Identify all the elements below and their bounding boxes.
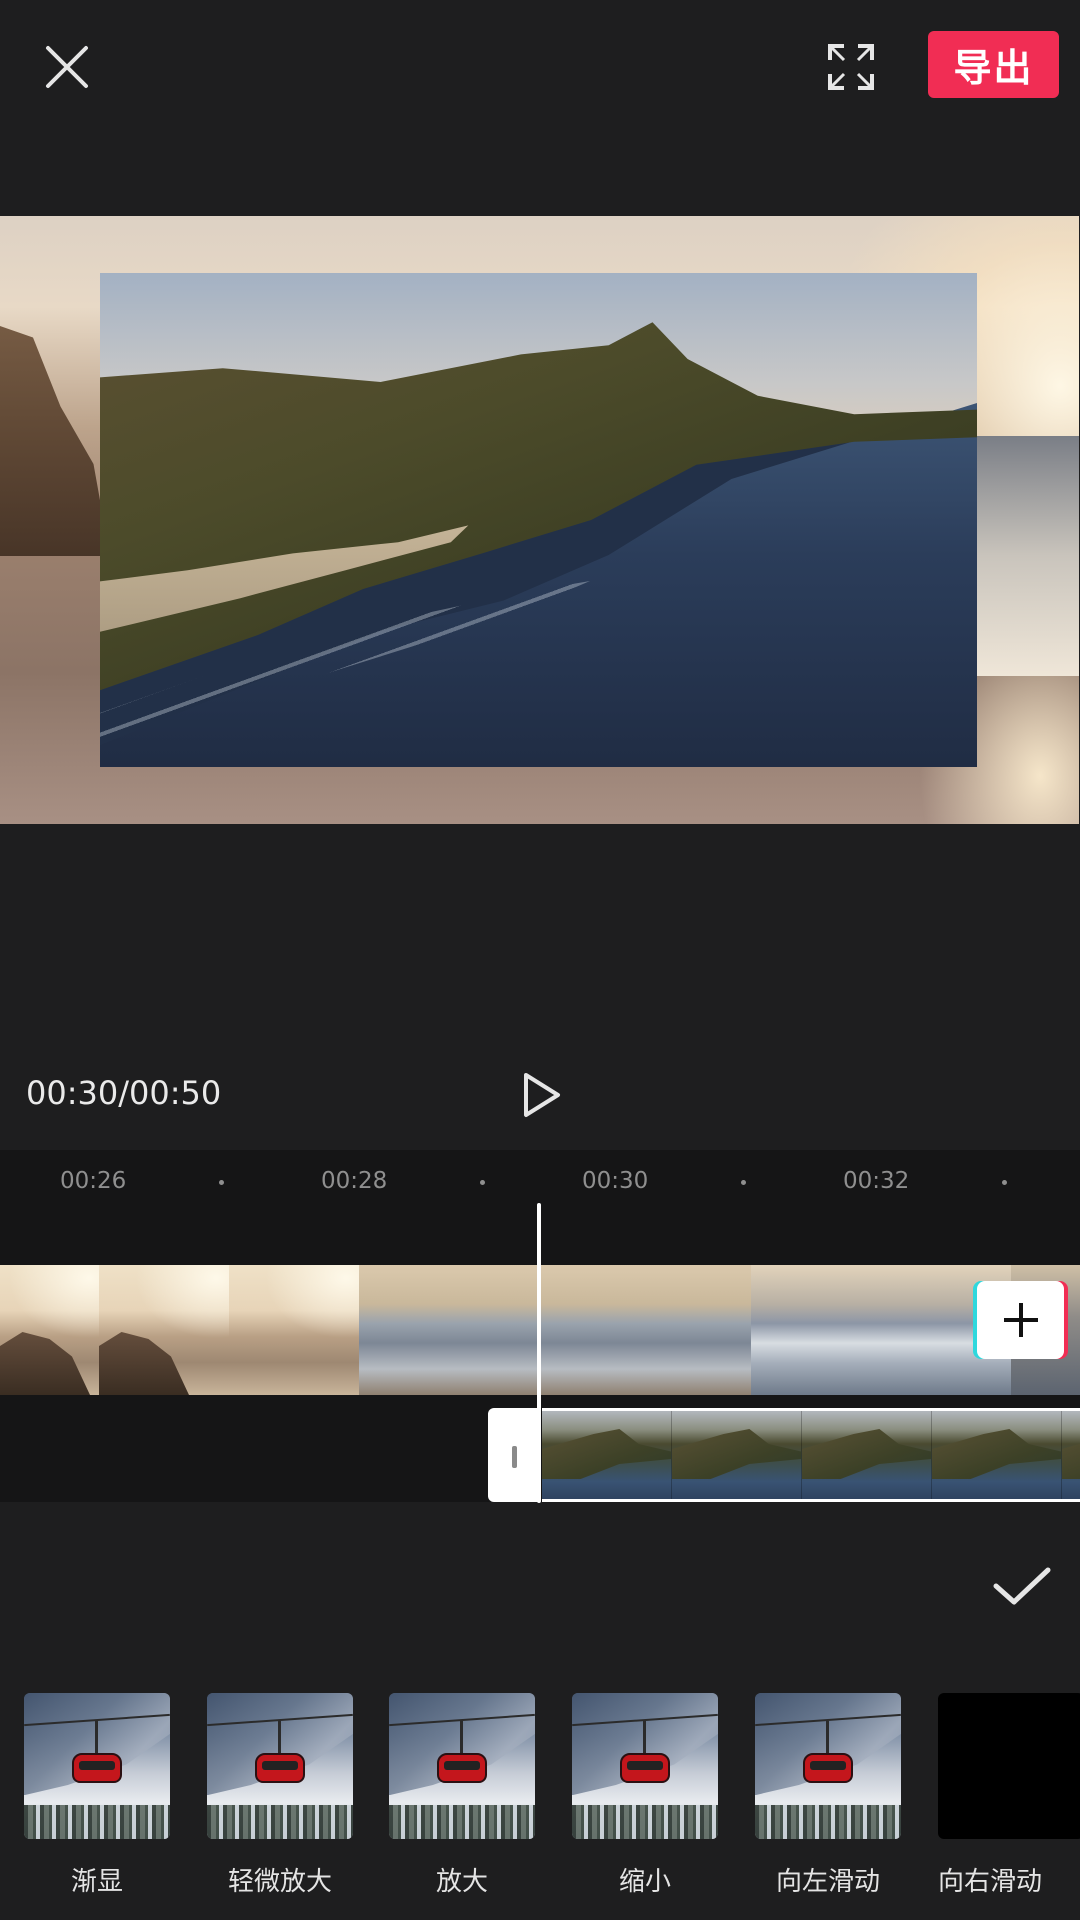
overlay-video-track[interactable]: [542, 1408, 1080, 1502]
clip-frame: [751, 1265, 881, 1395]
preview-overlay-clip[interactable]: [100, 273, 977, 767]
tick-dot: [1002, 1180, 1007, 1185]
effect-item-slight-zoom-in[interactable]: 轻微放大: [207, 1693, 353, 1898]
effect-thumbnail: [207, 1693, 353, 1839]
overlay-trim-handle[interactable]: [488, 1408, 538, 1502]
effect-label: 轻微放大: [227, 1867, 332, 1897]
effect-thumbnail: [938, 1693, 1080, 1839]
tick-label: 00:26: [60, 1168, 127, 1194]
effect-label: 缩小: [618, 1867, 671, 1897]
effect-label: 向右滑动: [938, 1867, 1043, 1897]
effect-thumbnail: [389, 1693, 535, 1839]
close-icon: [46, 46, 88, 88]
tick-label: 00:30: [582, 1168, 649, 1194]
close-button[interactable]: [38, 38, 96, 96]
fullscreen-button[interactable]: [822, 38, 880, 96]
effect-thumbnail: [755, 1693, 901, 1839]
clip-frame: [0, 1265, 99, 1395]
play-button[interactable]: [520, 1070, 564, 1120]
overlay-frame: [932, 1411, 1062, 1499]
overlay-frame: [542, 1411, 672, 1499]
tick-dot: [480, 1180, 485, 1185]
playhead[interactable]: [537, 1203, 541, 1503]
clip-frame: [229, 1265, 359, 1395]
effect-item-zoom-in[interactable]: 放大: [389, 1693, 535, 1898]
confirm-button[interactable]: [992, 1564, 1052, 1610]
overlay-frame: [1062, 1411, 1080, 1499]
effect-item-fade-in[interactable]: 渐显: [24, 1693, 170, 1898]
effect-label: 向左滑动: [775, 1867, 880, 1897]
fullscreen-icon: [828, 44, 874, 90]
add-clip-button[interactable]: [977, 1281, 1064, 1359]
effect-item-slide-right[interactable]: 向右滑动: [938, 1693, 1080, 1898]
effect-label: 放大: [435, 1867, 488, 1897]
time-display: 00:30/00:50: [26, 1074, 222, 1112]
clip-frame: [489, 1265, 621, 1395]
tick-label: 00:32: [843, 1168, 910, 1194]
effect-item-slide-left[interactable]: 向左滑动: [755, 1693, 901, 1898]
preview-background-sea: [975, 436, 1079, 676]
effect-thumbnail: [24, 1693, 170, 1839]
video-preview[interactable]: [0, 216, 1079, 824]
clip-frame: [359, 1265, 489, 1395]
tick-dot: [741, 1180, 746, 1185]
overlay-frame: [672, 1411, 802, 1499]
effect-thumbnail: [572, 1693, 718, 1839]
export-button[interactable]: 导出: [928, 31, 1059, 98]
check-icon: [993, 1567, 1051, 1605]
clip-frame: [99, 1265, 229, 1395]
plus-icon: [1003, 1303, 1038, 1337]
overlay-frame: [802, 1411, 932, 1499]
clip-frame: [621, 1265, 751, 1395]
tick-label: 00:28: [321, 1168, 388, 1194]
effect-label: 渐显: [70, 1867, 123, 1897]
effect-item-zoom-out[interactable]: 缩小: [572, 1693, 718, 1898]
tick-dot: [219, 1180, 224, 1185]
play-icon: [524, 1073, 560, 1117]
